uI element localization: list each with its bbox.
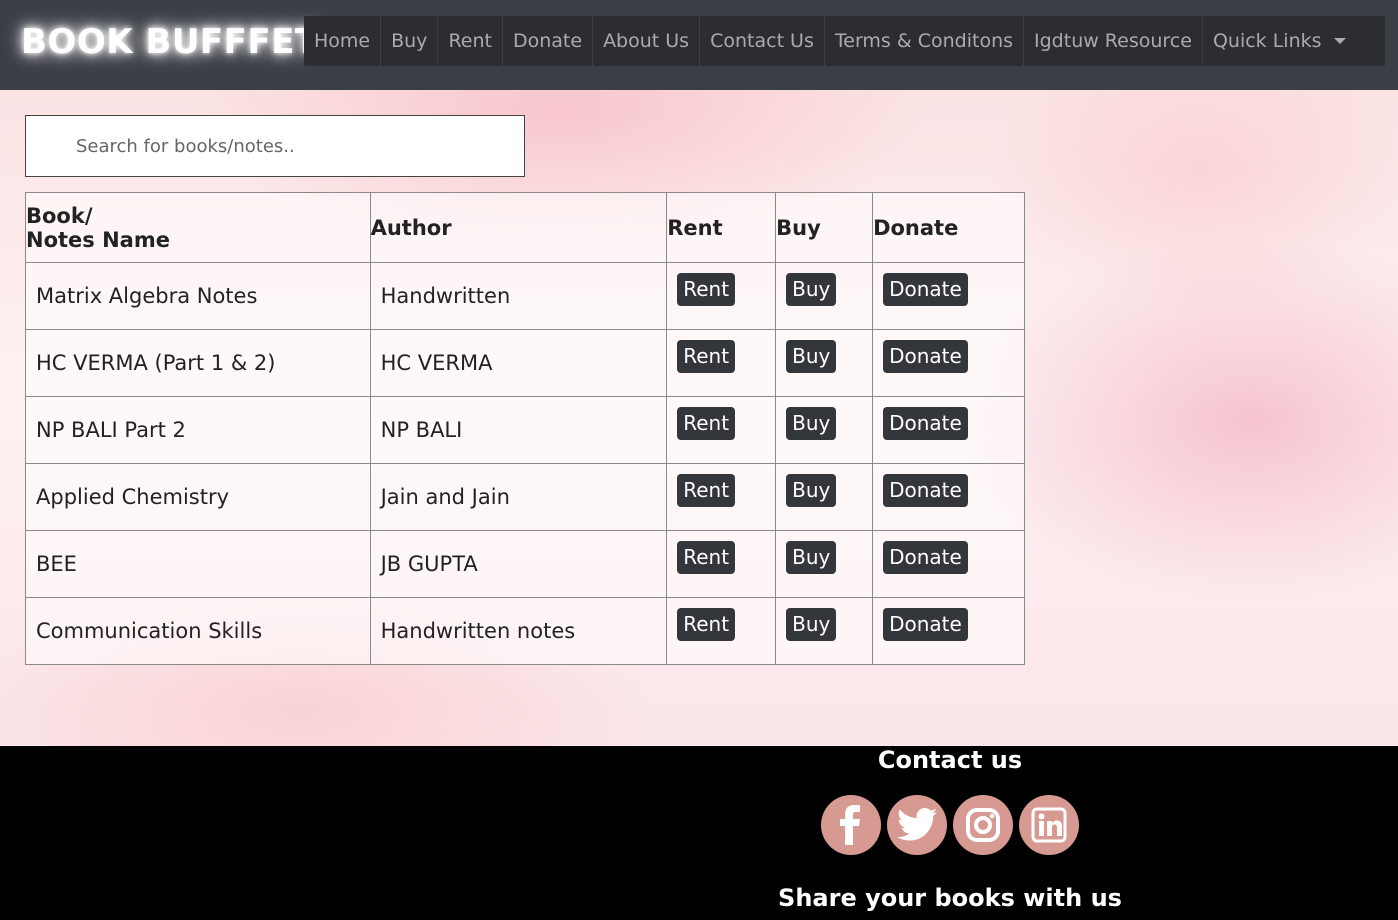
nav-igdtuw-resource[interactable]: Igdtuw Resource (1024, 16, 1203, 66)
rent-button[interactable]: Rent (677, 541, 736, 574)
donate-button[interactable]: Donate (883, 541, 968, 574)
header-rent: Rent (666, 192, 777, 263)
book-author: NP BALI (369, 396, 668, 464)
quick-links-label: Quick Links (1212, 30, 1322, 52)
rent-button[interactable]: Rent (677, 474, 736, 507)
nav-terms[interactable]: Terms & Conditons (825, 16, 1025, 66)
facebook-icon[interactable] (821, 795, 881, 855)
donate-button[interactable]: Donate (883, 340, 968, 373)
donate-button[interactable]: Donate (883, 407, 968, 440)
buy-button[interactable]: Buy (786, 407, 837, 440)
header-donate: Donate (872, 192, 1025, 263)
nav-rent[interactable]: Rent (438, 16, 503, 66)
rent-button[interactable]: Rent (677, 608, 736, 641)
table-row: Matrix Algebra Notes Handwritten Rent Bu… (25, 262, 1025, 330)
table-row: HC VERMA (Part 1 & 2) HC VERMA Rent Buy … (25, 329, 1025, 397)
nav-buy[interactable]: Buy (381, 16, 439, 66)
rent-button[interactable]: Rent (677, 340, 736, 373)
social-links (821, 795, 1079, 855)
book-name: BEE (25, 530, 371, 598)
instagram-icon[interactable] (953, 795, 1013, 855)
rent-button[interactable]: Rent (677, 407, 736, 440)
rent-button[interactable]: Rent (677, 273, 736, 306)
book-name: HC VERMA (Part 1 & 2) (25, 329, 371, 397)
book-author: HC VERMA (369, 329, 668, 397)
buy-button[interactable]: Buy (786, 340, 837, 373)
books-table: Book/ Notes Name Author Rent Buy Donate … (25, 192, 1025, 665)
book-name: Communication Skills (25, 597, 371, 665)
buy-button[interactable]: Buy (786, 541, 837, 574)
footer: Contact us Share your books with us (0, 746, 1398, 920)
table-header-row: Book/ Notes Name Author Rent Buy Donate (25, 192, 1025, 263)
buy-button[interactable]: Buy (786, 273, 837, 306)
buy-button[interactable]: Buy (786, 608, 837, 641)
table-row: Communication Skills Handwritten notes R… (25, 597, 1025, 665)
book-author: JB GUPTA (369, 530, 668, 598)
book-author: Handwritten notes (369, 597, 668, 665)
donate-button[interactable]: Donate (883, 608, 968, 641)
nav-donate[interactable]: Donate (503, 16, 594, 66)
nav-menu: Home Buy Rent Donate About Us Contact Us… (304, 16, 1385, 66)
buy-button[interactable]: Buy (786, 474, 837, 507)
book-author: Handwritten (369, 262, 668, 330)
book-name: Matrix Algebra Notes (25, 262, 371, 330)
contact-title: Contact us (877, 746, 1023, 774)
book-author: Jain and Jain (369, 463, 668, 531)
navbar: BOOK BUFFFET Home Buy Rent Donate About … (0, 0, 1398, 90)
donate-button[interactable]: Donate (883, 273, 968, 306)
caret-down-icon (1333, 38, 1346, 44)
header-buy: Buy (775, 192, 874, 263)
header-book-name: Book/ Notes Name (25, 192, 371, 263)
nav-quick-links-dropdown[interactable]: Quick Links (1203, 16, 1356, 66)
brand-logo[interactable]: BOOK BUFFFET (21, 22, 319, 62)
main-content: Book/ Notes Name Author Rent Buy Donate … (0, 90, 1398, 746)
search-input[interactable] (25, 115, 525, 177)
header-author: Author (369, 192, 668, 263)
book-name: Applied Chemistry (25, 463, 371, 531)
donate-button[interactable]: Donate (883, 474, 968, 507)
nav-about-us[interactable]: About Us (593, 16, 701, 66)
nav-contact-us[interactable]: Contact Us (700, 16, 825, 66)
table-row: Applied Chemistry Jain and Jain Rent Buy… (25, 463, 1025, 531)
nav-home[interactable]: Home (304, 16, 382, 66)
share-title: Share your books with us (778, 884, 1122, 912)
table-row: NP BALI Part 2 NP BALI Rent Buy Donate (25, 396, 1025, 464)
linkedin-icon[interactable] (1019, 795, 1079, 855)
twitter-icon[interactable] (887, 795, 947, 855)
table-row: BEE JB GUPTA Rent Buy Donate (25, 530, 1025, 598)
book-name: NP BALI Part 2 (25, 396, 371, 464)
